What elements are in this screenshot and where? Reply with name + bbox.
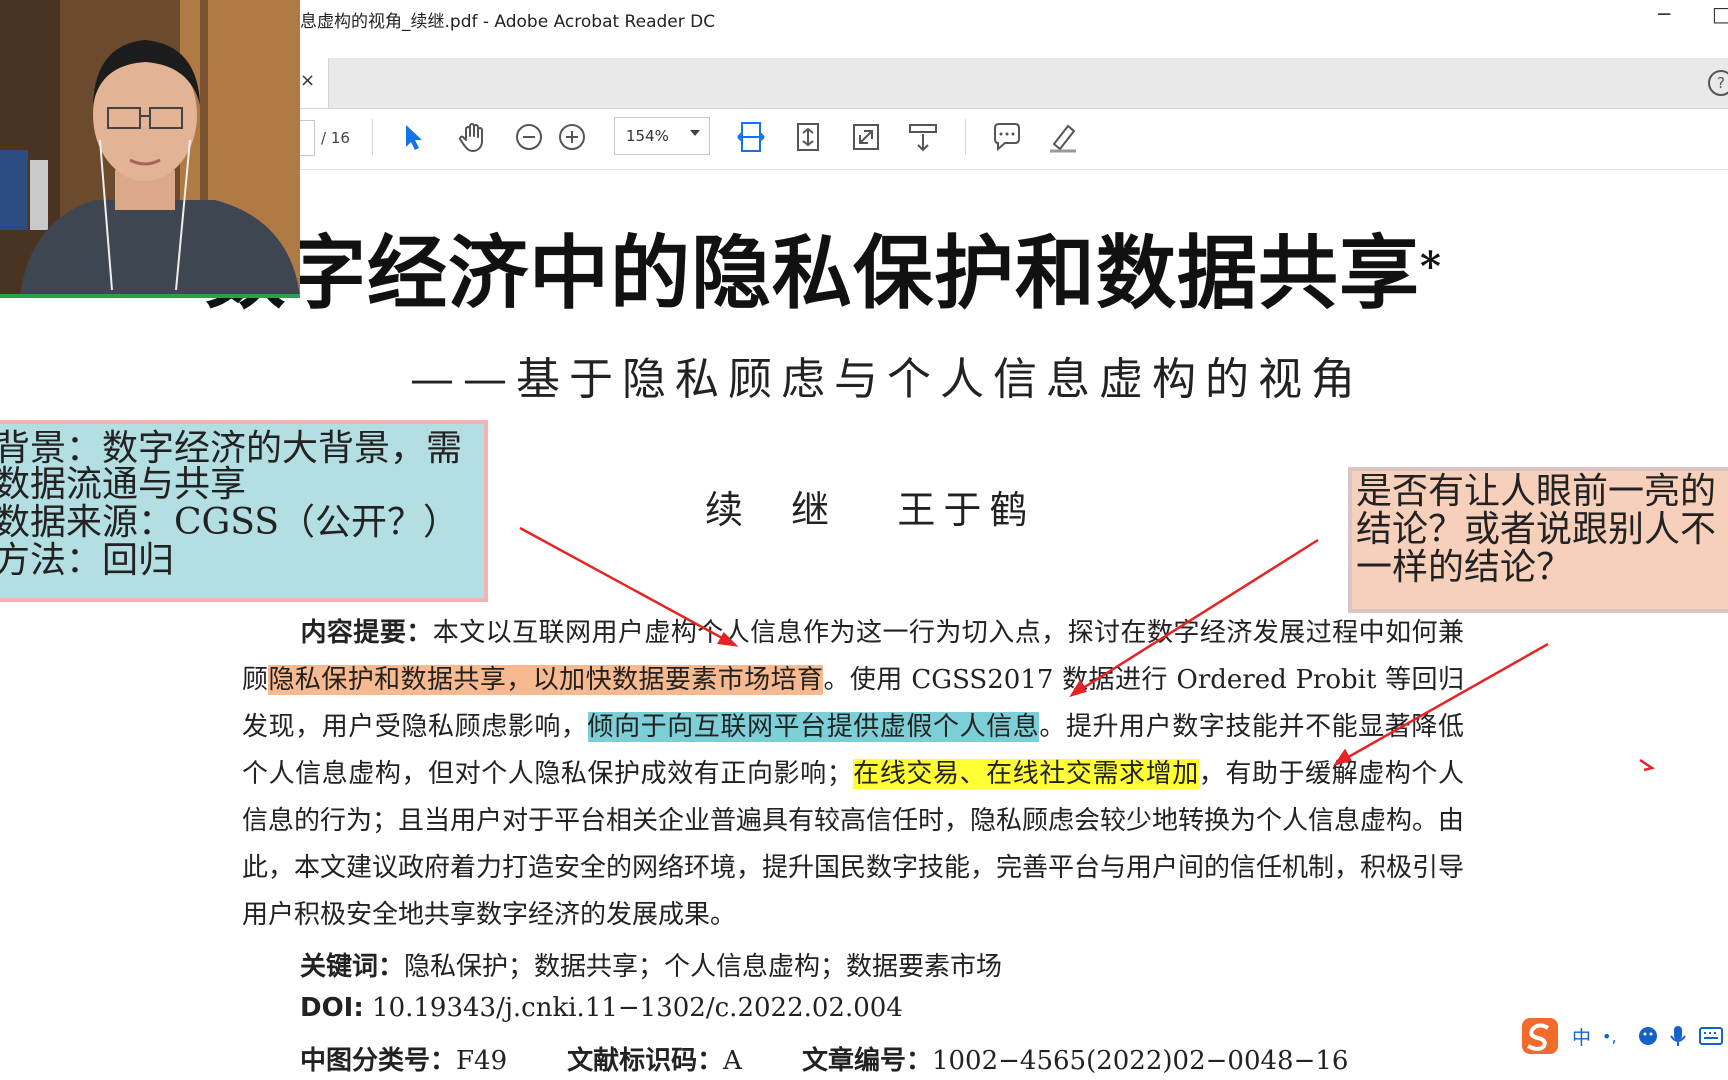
red-mark [1639, 758, 1656, 772]
microphone-icon[interactable] [1674, 1026, 1682, 1040]
presenter-video [0, 0, 300, 296]
red-arrow [519, 526, 736, 647]
red-arrowhead [717, 631, 739, 647]
emoji-icon[interactable] [1639, 1027, 1657, 1045]
ime-mode[interactable]: 中 [1572, 1027, 1591, 1049]
ime-icons: 中 •, [1522, 1018, 1723, 1054]
red-arrow [1071, 538, 1319, 697]
red-arrow [1335, 642, 1549, 766]
red-arrowhead [1332, 748, 1352, 767]
red-arrowhead [1069, 679, 1087, 698]
webcam-overlay [0, 0, 300, 296]
webcam-border [0, 294, 300, 298]
ime-punct[interactable]: •, [1602, 1027, 1617, 1046]
ime-toolbar[interactable]: 中 •, [1520, 1016, 1728, 1056]
keyboard-icon[interactable] [1699, 1027, 1723, 1045]
